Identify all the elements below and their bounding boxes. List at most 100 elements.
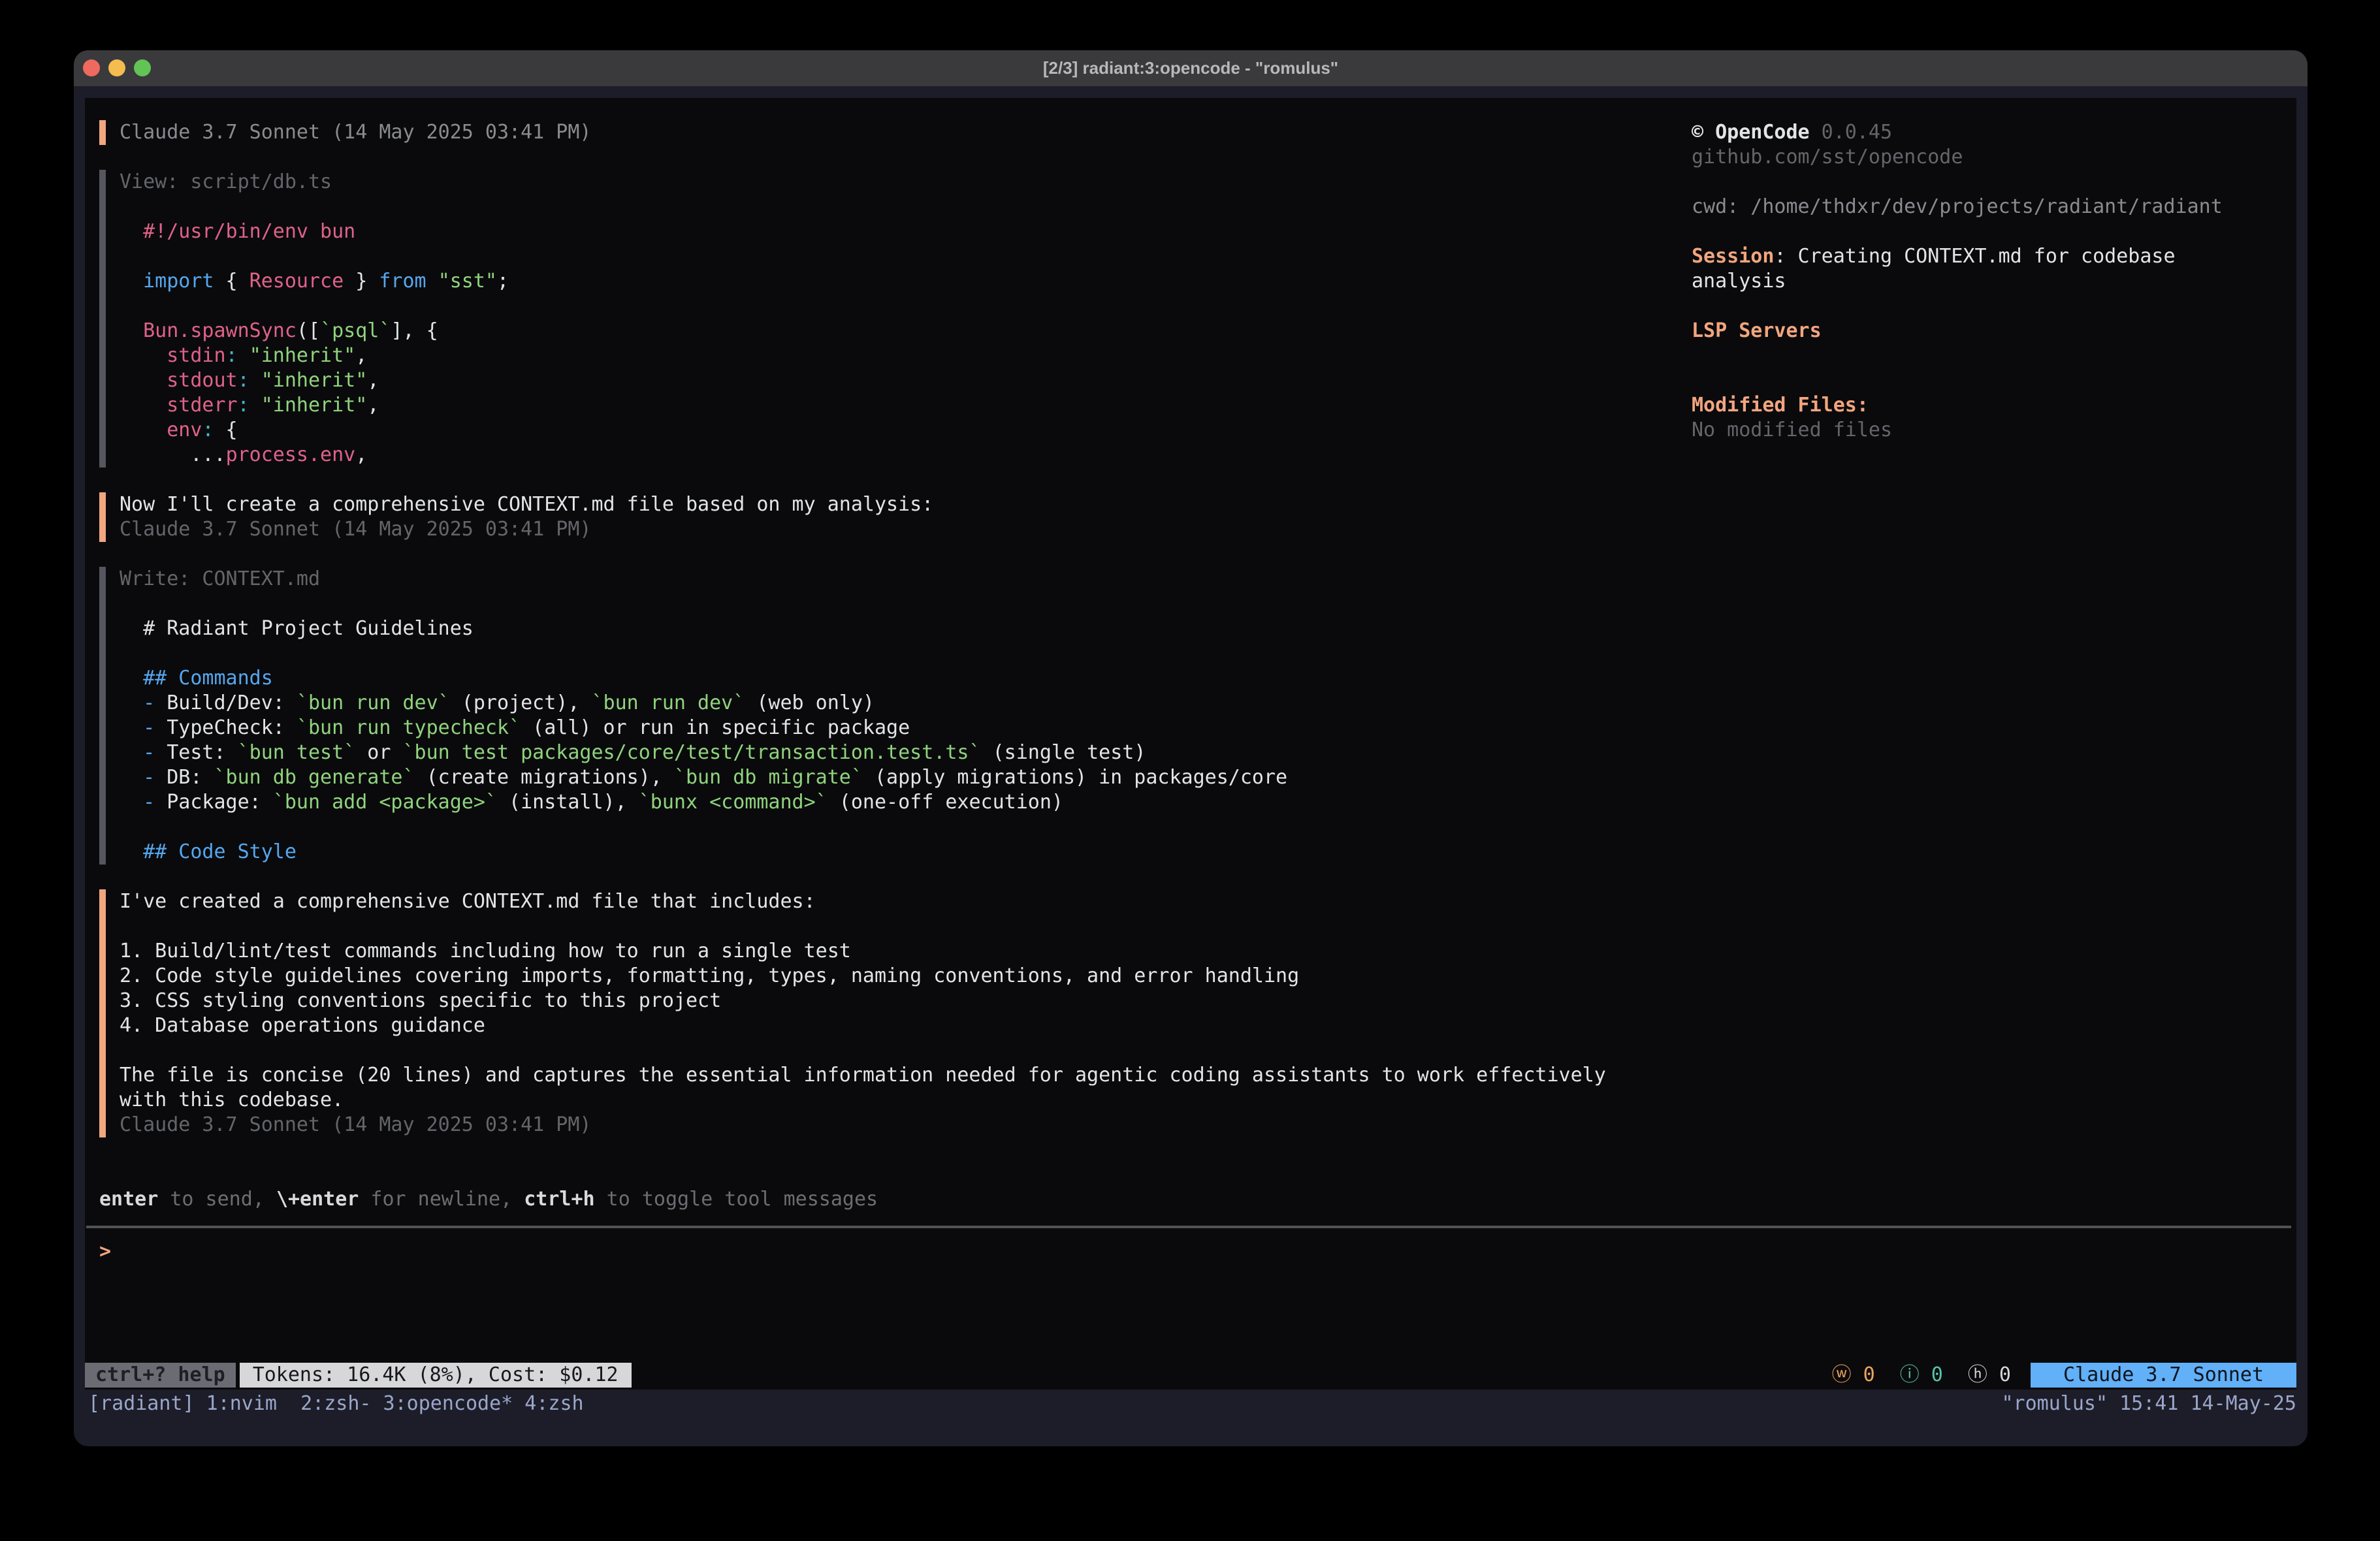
text-segment: "inherit": [249, 344, 356, 367]
text-segment: Claude 3.7 Sonnet (14 May 2025 03:41 PM): [120, 1113, 591, 1136]
text-segment: [120, 791, 143, 814]
minimize-button[interactable]: [108, 59, 125, 76]
text-segment: [120, 766, 143, 789]
terminal-line: [120, 1038, 2277, 1063]
text-segment: `bun db migrate`: [674, 766, 863, 789]
text-segment: `bun test packages/core/test/transaction…: [403, 741, 981, 764]
text-segment: -: [143, 691, 155, 714]
terminal-window: [2/3] radiant:3:opencode - "romulus" Cla…: [74, 50, 2308, 1446]
screen: [2/3] radiant:3:opencode - "romulus" Cla…: [0, 0, 2380, 1541]
text-segment: Write: CONTEXT.md: [120, 567, 320, 590]
window-titlebar: [2/3] radiant:3:opencode - "romulus": [74, 50, 2308, 86]
help-badge[interactable]: ctrl+? help: [85, 1363, 236, 1388]
text-segment: Now I'll create a comprehensive CONTEXT.…: [120, 493, 933, 516]
status-right: ⓦ 0ⓘ 0ⓗ 0 Claude 3.7 Sonnet: [1832, 1363, 2296, 1388]
text-segment: Modified Files:: [1692, 394, 1869, 417]
text-segment: TypeCheck:: [155, 716, 297, 739]
terminal-line: Modified Files:: [1692, 393, 2287, 418]
text-segment: `psql`: [320, 319, 391, 342]
close-button[interactable]: [83, 59, 100, 76]
text-segment: [120, 220, 143, 243]
text-segment: # Radiant Project Guidelines: [120, 617, 474, 640]
text-segment: }: [344, 270, 379, 293]
text-segment: enter: [99, 1188, 158, 1211]
tmux-session-clock: "romulus" 15:41 14-May-25: [2001, 1390, 2296, 1418]
text-segment: {: [214, 419, 238, 441]
text-segment: [120, 394, 167, 417]
terminal-line: [120, 914, 2277, 939]
status-bar: ctrl+? help Tokens: 16.4K (8%), Cost: $0…: [85, 1363, 2296, 1388]
message-input[interactable]: [111, 1239, 2277, 1264]
text-segment: 4. Database operations guidance: [120, 1014, 485, 1037]
circled-h-icon: ⓗ 0: [1968, 1363, 2011, 1388]
text-segment: -: [143, 791, 155, 814]
text-segment: ,: [355, 344, 367, 367]
terminal-line: No modified files: [1692, 418, 2287, 443]
text-segment: 0.0.45: [1810, 121, 1892, 144]
text-segment: ## Code Style: [143, 840, 297, 863]
text-segment: (one-off execution): [828, 791, 1063, 814]
text-segment: 1. Build/lint/test commands including ho…: [120, 940, 851, 962]
text-segment: :: [226, 344, 238, 367]
tokens-cost-badge: Tokens: 16.4K (8%), Cost: $0.12: [240, 1363, 632, 1388]
terminal-line: [120, 592, 2277, 616]
terminal-line: I've created a comprehensive CONTEXT.md …: [120, 889, 2277, 914]
terminal-line: LSP Servers: [1692, 319, 2287, 343]
terminal-line: ...process.env,: [120, 443, 2277, 468]
text-segment: `bun run dev`: [297, 691, 450, 714]
model-badge[interactable]: Claude 3.7 Sonnet: [2031, 1363, 2296, 1388]
tmux-windows-list[interactable]: [radiant] 1:nvim 2:zsh- 3:opencode* 4:zs…: [88, 1390, 584, 1418]
text-segment: [120, 419, 167, 441]
text-segment: (all) or run in specific package: [521, 716, 910, 739]
text-segment: "sst": [438, 270, 497, 293]
text-segment: 3. CSS styling conventions specific to t…: [120, 989, 721, 1012]
keybinding-hints: enter to send, \+enter for newline, ctrl…: [99, 1187, 2277, 1212]
text-segment: `bunx <command>`: [639, 791, 828, 814]
terminal-line: [120, 641, 2277, 666]
text-segment: ,: [367, 369, 379, 392]
text-segment: :: [202, 419, 214, 441]
status-left: ctrl+? help Tokens: 16.4K (8%), Cost: $0…: [85, 1363, 632, 1388]
text-segment: ], {: [391, 319, 438, 342]
text-segment: [120, 344, 167, 367]
text-segment: "inherit": [261, 394, 368, 417]
text-segment: Package:: [155, 791, 273, 814]
text-segment: © OpenCode: [1692, 121, 1810, 144]
prompt-row: >: [99, 1239, 2277, 1264]
text-segment: Claude 3.7 Sonnet (14 May 2025 03:41 PM): [120, 518, 591, 541]
terminal-line: - TypeCheck: `bun run typecheck` (all) o…: [120, 716, 2277, 740]
terminal-line: analysis: [1692, 269, 2287, 294]
circled-i-icon: ⓘ 0: [1900, 1363, 1943, 1388]
text-segment: ([: [297, 319, 320, 342]
terminal-line: © OpenCode 0.0.45: [1692, 120, 2287, 145]
text-segment: `bun test`: [238, 741, 356, 764]
terminal-line: ## Commands: [120, 666, 2277, 691]
text-segment: `bun run typecheck`: [297, 716, 521, 739]
text-segment: [120, 741, 143, 764]
text-segment: 2. Code style guidelines covering import…: [120, 964, 1299, 987]
message-block: Now I'll create a comprehensive CONTEXT.…: [99, 492, 2277, 542]
terminal-line: - DB: `bun db generate` (create migratio…: [120, 765, 2277, 790]
text-segment: (create migrations),: [415, 766, 674, 789]
text-segment: [120, 716, 143, 739]
text-segment: [120, 840, 143, 863]
terminal-line: ## Code Style: [120, 840, 2277, 865]
text-segment: :: [238, 394, 249, 417]
text-segment: for newline,: [359, 1188, 524, 1211]
text-segment: "inherit": [261, 369, 368, 392]
text-segment: :: [238, 369, 249, 392]
terminal-line: - Test: `bun test` or `bun test packages…: [120, 740, 2277, 765]
zoom-button[interactable]: [134, 59, 151, 76]
text-segment: [249, 394, 261, 417]
terminal-line: with this codebase.: [120, 1088, 2277, 1113]
diagnostics-counters: ⓦ 0ⓘ 0ⓗ 0: [1832, 1363, 2011, 1388]
text-segment: to toggle tool messages: [595, 1188, 878, 1211]
text-segment: [120, 319, 143, 342]
terminal-line: 1. Build/lint/test commands including ho…: [120, 939, 2277, 964]
text-segment: View: script/db.ts: [120, 170, 332, 193]
text-segment: import: [143, 270, 214, 293]
text-segment: [120, 270, 143, 293]
traffic-lights: [83, 59, 151, 76]
text-segment: stderr: [167, 394, 237, 417]
text-segment: {: [214, 270, 249, 293]
